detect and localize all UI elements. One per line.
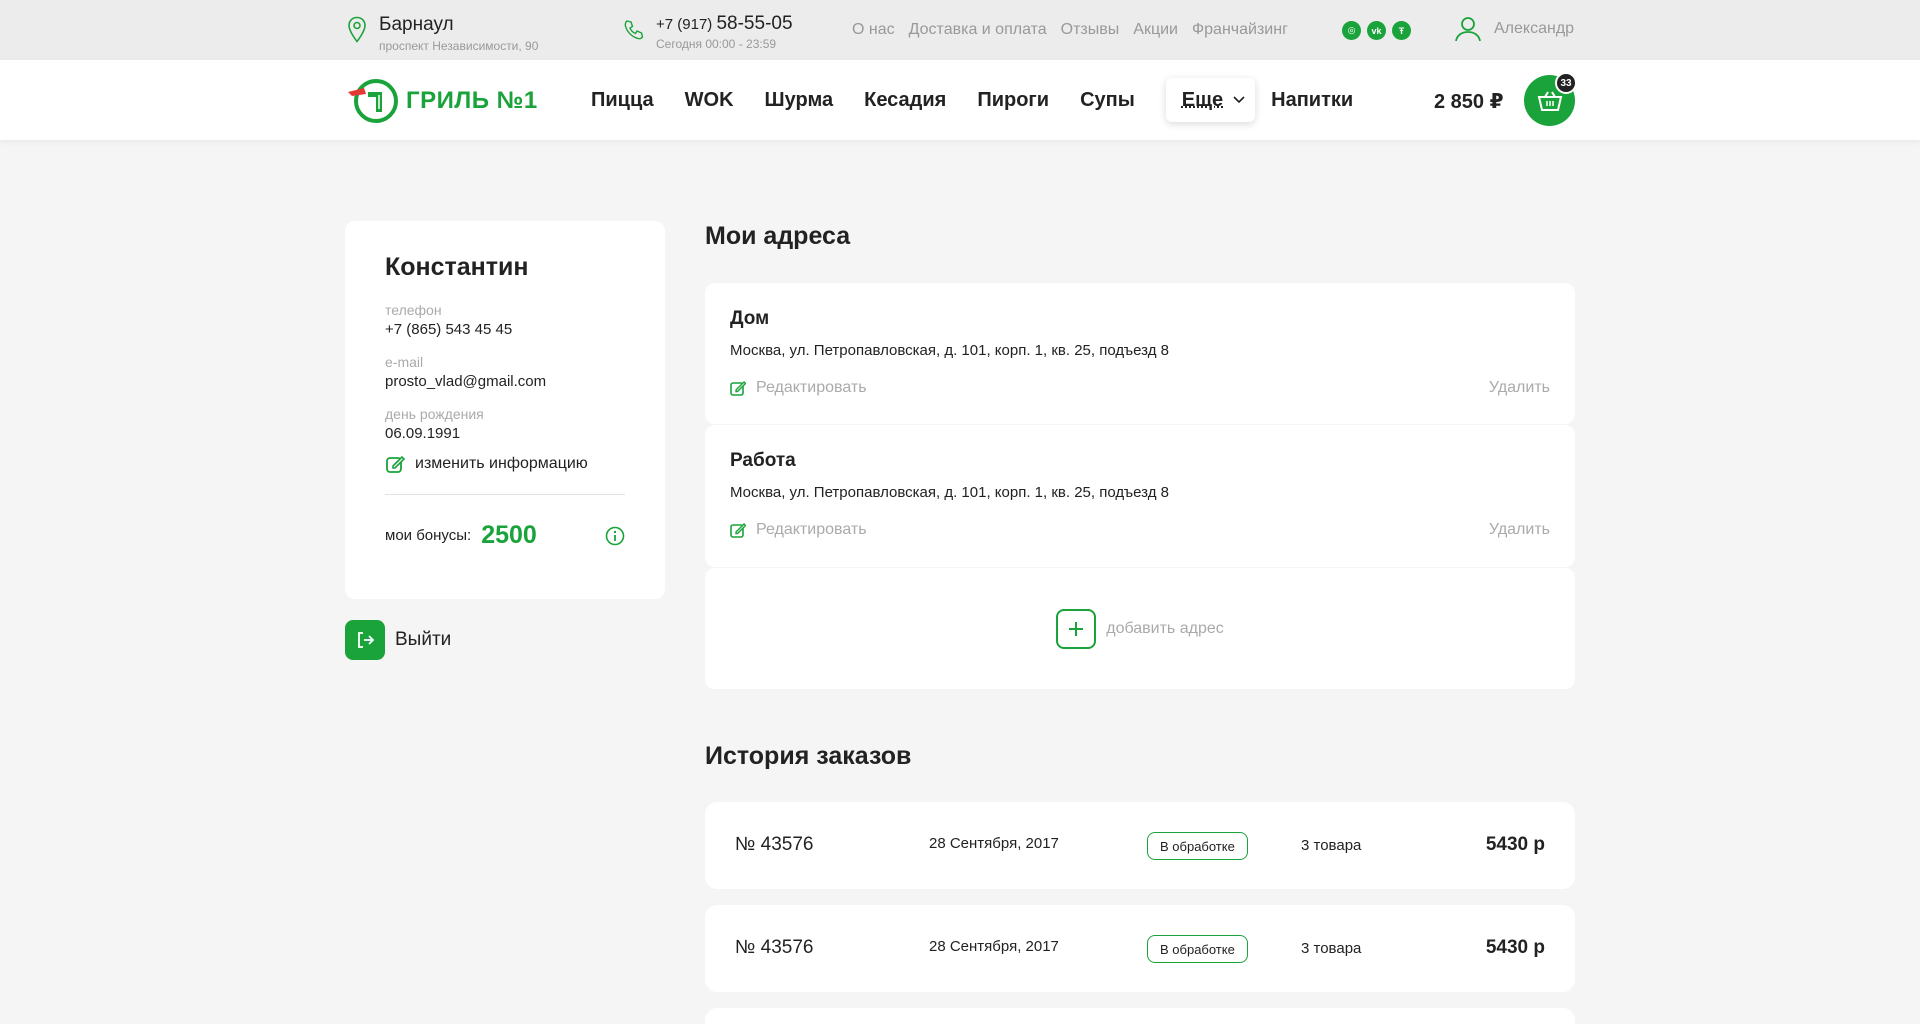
nav-item-quesadilla[interactable]: Кесадия (864, 89, 946, 112)
phone-value: +7 (865) 543 45 45 (385, 321, 513, 338)
edit-profile-label: изменить информацию (415, 455, 588, 472)
top-links: О нас Доставка и оплата Отзывы Акции Фра… (852, 21, 1288, 39)
link-franchise[interactable]: Франчайзинг (1192, 21, 1288, 39)
main-nav: ГРИЛЬ №1 Пицца WOK Шурма Кесадия Пироги … (0, 60, 1920, 140)
profile-name: Константин (385, 253, 529, 281)
logout-button[interactable]: Выйти (345, 620, 451, 660)
nav-item-pies[interactable]: Пироги (977, 89, 1049, 112)
address-name: Дом (730, 308, 770, 329)
add-address-card[interactable]: добавить адрес (705, 568, 1575, 689)
cart-total: 2 850 ₽ (1434, 91, 1504, 113)
order-status-badge: В обработке (1147, 935, 1248, 963)
birthday-label: день рождения (385, 406, 484, 422)
nav-item-shurma[interactable]: Шурма (765, 89, 834, 112)
addresses-title: Мои адреса (705, 222, 851, 250)
profile-card: Константин телефон +7 (865) 543 45 45 e-… (345, 221, 665, 599)
bonus-label: мои бонусы: (385, 527, 472, 544)
nav-item-soups[interactable]: Супы (1080, 89, 1135, 112)
order-status-badge: В обработке (1147, 832, 1248, 860)
add-address-label: добавить адрес (1106, 619, 1224, 637)
basket-icon (1537, 90, 1562, 111)
plus-icon (1069, 621, 1084, 636)
info-icon[interactable] (605, 526, 625, 546)
address-actions: Редактировать Удалить (730, 379, 1550, 397)
social-links: ◎ vk Ŧ (1342, 21, 1411, 40)
phone-main: 58-55-05 (716, 13, 793, 34)
nav-item-pizza[interactable]: Пицца (591, 89, 654, 112)
phone-prefix: +7 (917) (656, 16, 713, 33)
top-bar: Барнаул проспект Независимости, 90 +7 (9… (0, 0, 1920, 60)
address-actions: Редактировать Удалить (730, 521, 1550, 539)
user-name: Александр (1494, 20, 1575, 37)
add-address-button[interactable] (1056, 608, 1097, 649)
instagram-icon[interactable]: ◎ (1342, 21, 1361, 40)
logo-mark-icon (348, 79, 398, 123)
address-text: Москва, ул. Петропавловская, д. 101, кор… (730, 484, 1169, 501)
order-number: № 43576 (735, 834, 814, 855)
edit-icon (386, 455, 405, 473)
logo-text: ГРИЛЬ №1 (406, 87, 538, 114)
edit-address-button[interactable]: Редактировать (730, 521, 867, 539)
address-text: Москва, ул. Петропавловская, д. 101, кор… (730, 342, 1169, 359)
working-hours: Сегодня 00:00 - 23:59 (656, 37, 777, 51)
order-items-count: 3 товара (1301, 940, 1362, 957)
address-card: Дом Москва, ул. Петропавловская, д. 101,… (705, 283, 1575, 424)
logout-icon-box (345, 620, 385, 660)
bonus-value: 2500 (481, 521, 537, 549)
order-row[interactable]: № 43576 28 Сентября, 2017 В обработке 3 … (705, 802, 1575, 889)
logout-icon (358, 632, 375, 648)
link-delivery[interactable]: Доставка и оплата (909, 21, 1047, 39)
link-promos[interactable]: Акции (1133, 21, 1178, 39)
email-value: prosto_vlad@gmail.com (385, 373, 547, 390)
edit-address-label: Редактировать (756, 379, 867, 396)
bonus-row: мои бонусы: 2500 (385, 521, 625, 550)
edit-address-label: Редактировать (756, 521, 867, 538)
order-date: 28 Сентября, 2017 (929, 938, 1059, 955)
order-total: 5430 р (1485, 937, 1545, 958)
location-pin-icon (348, 16, 366, 43)
edit-icon (730, 381, 746, 396)
phone-number[interactable]: +7 (917) 58-55-05 (656, 14, 793, 35)
nav-item-wok[interactable]: WOK (685, 89, 734, 112)
phone-block[interactable]: +7 (917) 58-55-05 Сегодня 00:00 - 23:59 (622, 14, 793, 51)
nav-more-dropdown[interactable]: Еще (1165, 78, 1256, 122)
address-card: Работа Москва, ул. Петропавловская, д. 1… (705, 425, 1575, 567)
order-row[interactable]: № 43576 28 Сентября, 2017 В обработке 3 … (705, 905, 1575, 992)
tripadvisor-icon[interactable]: Ŧ (1392, 21, 1411, 40)
user-icon (1455, 17, 1481, 42)
order-number: № 43576 (735, 937, 814, 958)
divider (385, 494, 625, 495)
chevron-down-icon (1233, 96, 1245, 104)
cart-count-badge: 33 (1555, 72, 1577, 94)
phone-icon (624, 20, 644, 40)
edit-address-button[interactable]: Редактировать (730, 379, 867, 397)
city-name[interactable]: Барнаул (379, 14, 538, 36)
logo[interactable]: ГРИЛЬ №1 (346, 78, 538, 124)
vk-icon[interactable]: vk (1367, 21, 1386, 40)
city-selector[interactable]: Барнаул проспект Независимости, 90 (347, 14, 538, 53)
address-name: Работа (730, 450, 796, 471)
logout-label: Выйти (395, 629, 452, 650)
phone-label: телефон (385, 302, 442, 318)
category-menu: Пицца WOK Шурма Кесадия Пироги Супы Еще … (591, 60, 1384, 140)
email-label: e-mail (385, 354, 424, 370)
order-date: 28 Сентября, 2017 (929, 835, 1059, 852)
link-reviews[interactable]: Отзывы (1061, 21, 1120, 39)
orders-title: История заказов (705, 742, 912, 770)
nav-more-label: Еще (1181, 88, 1224, 111)
order-row[interactable] (705, 1008, 1575, 1024)
order-total: 5430 р (1485, 834, 1545, 855)
user-menu[interactable]: Александр (1454, 16, 1574, 42)
city-address: проспект Независимости, 90 (379, 39, 539, 53)
delete-address-button[interactable]: Удалить (1489, 379, 1550, 397)
nav-item-drinks[interactable]: Напитки (1271, 89, 1353, 112)
birthday-value: 06.09.1991 (385, 425, 461, 442)
link-about[interactable]: О нас (852, 21, 895, 39)
cart-button[interactable]: 33 (1524, 72, 1577, 126)
edit-profile-button[interactable]: изменить информацию (385, 454, 625, 474)
edit-icon (730, 523, 746, 538)
delete-address-button[interactable]: Удалить (1489, 521, 1550, 539)
order-items-count: 3 товара (1301, 837, 1362, 854)
